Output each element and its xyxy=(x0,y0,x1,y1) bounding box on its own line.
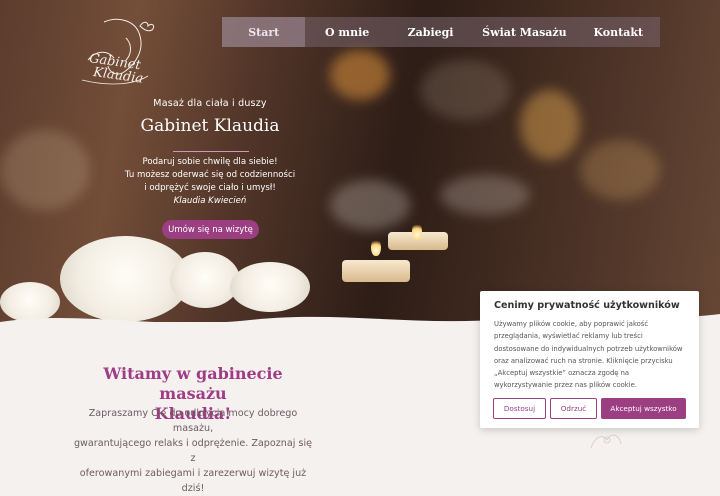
cookie-text: Używamy plików cookie, aby poprawić jako… xyxy=(494,318,690,392)
cookie-accept-all-button[interactable]: Akceptuj wszystko xyxy=(601,398,686,419)
candle-flame xyxy=(412,222,422,240)
welcome-text: Zapraszamy Cię do odkrycia mocy dobrego … xyxy=(70,406,316,496)
main-nav: Start O mnie Zabiegi Świat Masażu Kontak… xyxy=(222,17,660,47)
cookie-text-line: „Akceptuj wszystkie” oznacza zgodę na xyxy=(494,369,630,378)
welcome-text-line: Zapraszamy Cię do odkrycia mocy dobrego … xyxy=(88,408,298,434)
hero-tagline: Masaż dla ciała i duszy xyxy=(153,98,267,109)
cookie-text-line: przeglądania, wyświetlać reklamy lub tre… xyxy=(494,332,643,341)
cookie-reject-button[interactable]: Odrzuć xyxy=(550,398,597,419)
hero-author: Klaudia Kwiecień xyxy=(173,196,247,206)
cookie-text-line: wykorzystywanie przez nas plików cookie. xyxy=(494,381,637,390)
cookie-customize-button[interactable]: Dostosuj xyxy=(493,398,546,419)
hero-title: Gabinet Klaudia xyxy=(140,116,280,136)
nav-item-treatments[interactable]: Zabiegi xyxy=(389,17,472,47)
nav-item-contact[interactable]: Kontakt xyxy=(577,17,660,47)
nav-item-massage-world[interactable]: Świat Masażu xyxy=(472,17,576,47)
cookie-text-line: oraz analizować ruch na stronie. Kliknię… xyxy=(494,356,673,365)
welcome-text-line: gwarantującego relaks i odprężenie. Zapo… xyxy=(73,438,313,464)
floral-decoration-icon xyxy=(590,434,622,449)
candle xyxy=(342,260,410,282)
hero-description-line: Podaruj sobie chwilę dla siebie! xyxy=(142,157,278,167)
cookie-text-line: Używamy plików cookie, aby poprawić jako… xyxy=(494,320,649,328)
cookie-consent-dialog: Cenimy prywatność użytkowników Używamy p… xyxy=(480,291,699,428)
welcome-text-line: oferowanymi zabiegami i zarezerwuj wizyt… xyxy=(79,468,307,494)
welcome-title-line1: Witamy w gabinecie masażu xyxy=(103,364,283,403)
hero-description-line: Tu możesz oderwać się od codzienności xyxy=(124,170,296,180)
book-visit-button[interactable]: Umów się na wizytę xyxy=(162,220,259,239)
hero-description-line: i odprężyć swoje ciało i umysł! xyxy=(144,183,276,193)
nav-item-start[interactable]: Start xyxy=(222,17,306,47)
candle-flame xyxy=(371,238,381,256)
title-divider xyxy=(173,151,249,152)
cookie-title: Cenimy prywatność użytkowników xyxy=(494,300,680,311)
nav-item-about[interactable]: O mnie xyxy=(305,17,388,47)
cookie-text-line: dostosowane do indywidualnych potrzeb uż… xyxy=(494,344,683,353)
hero-description: Podaruj sobie chwilę dla siebie! Tu może… xyxy=(110,156,310,208)
